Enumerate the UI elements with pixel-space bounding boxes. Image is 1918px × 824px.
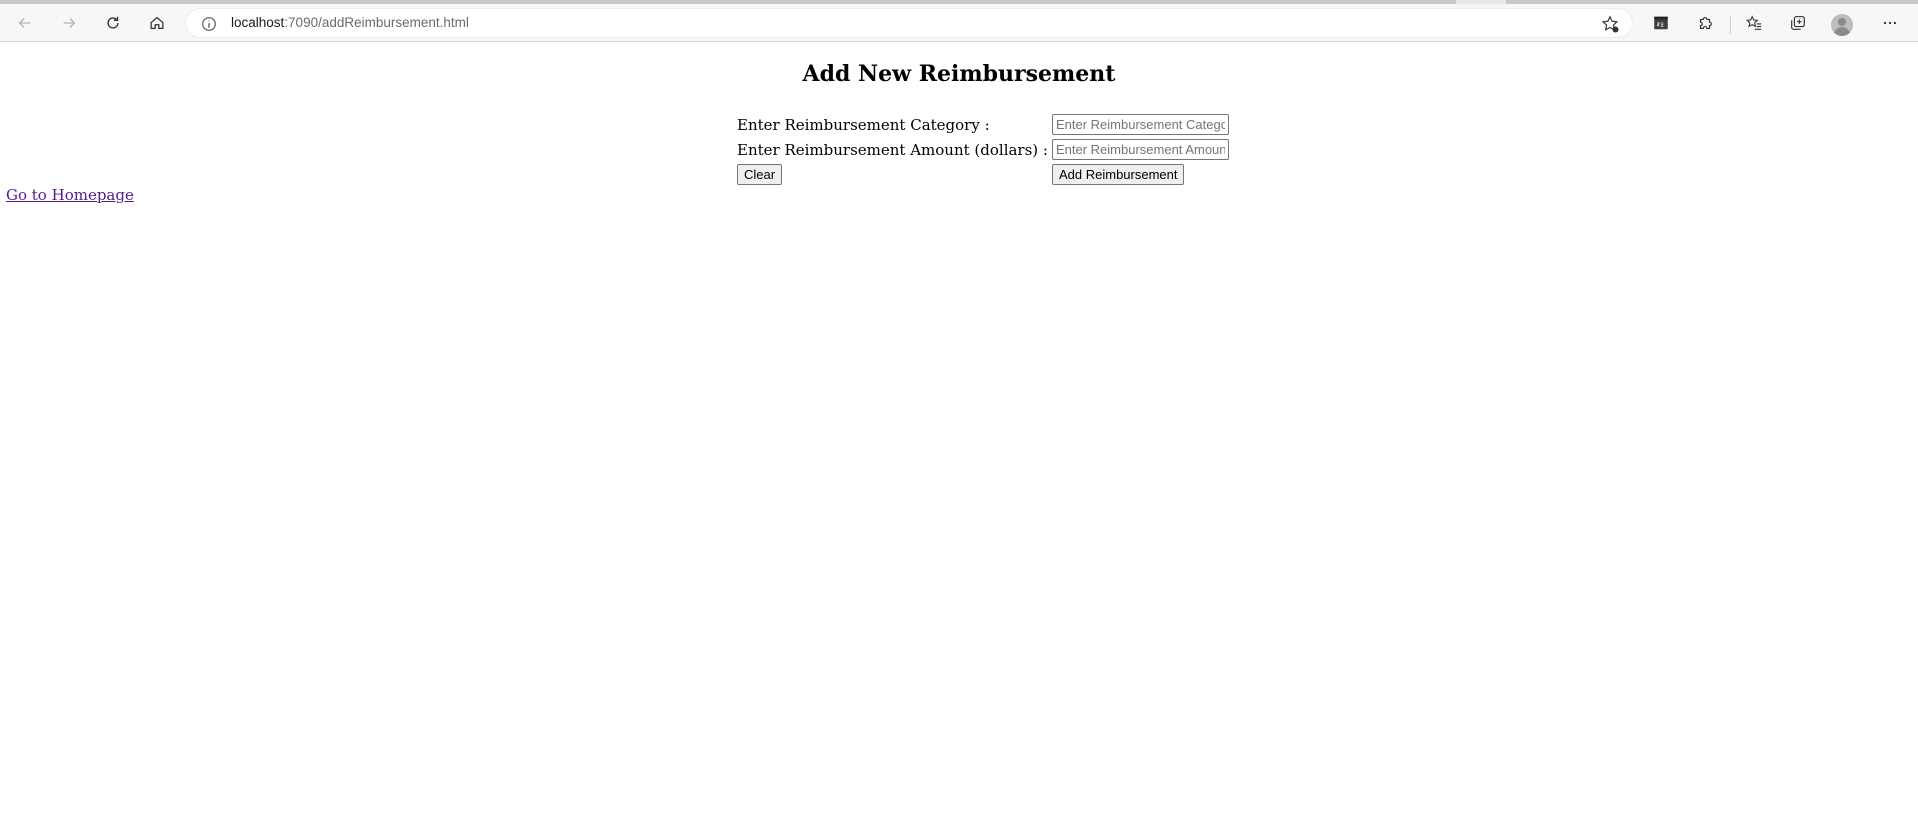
- url-path: :7090/addReimbursement.html: [284, 15, 469, 30]
- amount-label: Enter Reimbursement Amount (dollars) :: [737, 140, 1048, 159]
- url-text: localhost:7090/addReimbursement.html: [231, 15, 469, 30]
- selenium-extension-button[interactable]: [1648, 10, 1674, 36]
- browser-toolbar: localhost:7090/addReimbursement.html: [0, 4, 1918, 42]
- category-row: Enter Reimbursement Category :: [736, 113, 1230, 136]
- reimbursement-form: Enter Reimbursement Category : Enter Rei…: [734, 111, 1232, 188]
- amount-input[interactable]: [1051, 139, 1229, 160]
- amount-cell: [1051, 138, 1230, 161]
- profile-avatar[interactable]: [1831, 14, 1853, 36]
- home-icon: [150, 16, 164, 30]
- reload-button[interactable]: [100, 10, 126, 36]
- clear-button[interactable]: Clear: [737, 164, 783, 185]
- info-icon[interactable]: [200, 15, 218, 33]
- reload-icon: [107, 16, 119, 29]
- more-icon: [1883, 21, 1897, 25]
- favorites-icon: [1745, 15, 1762, 30]
- page-title: Add New Reimbursement: [802, 61, 1116, 87]
- toolbar-separator: [1730, 16, 1731, 34]
- forward-button[interactable]: [56, 10, 82, 36]
- forward-arrow-icon: [63, 18, 76, 28]
- page-content: Add New Reimbursement Enter Reimbursemen…: [0, 43, 1918, 824]
- add-favorite-icon[interactable]: [1600, 14, 1620, 34]
- selenium-icon: [1654, 16, 1668, 30]
- buttons-row: Clear Add Reimbursement: [736, 163, 1230, 186]
- settings-menu-button[interactable]: [1877, 10, 1903, 36]
- extensions-button[interactable]: [1692, 10, 1718, 36]
- amount-row: Enter Reimbursement Amount (dollars) :: [736, 138, 1230, 161]
- add-reimbursement-button[interactable]: Add Reimbursement: [1051, 164, 1185, 185]
- home-button[interactable]: [144, 10, 170, 36]
- submit-cell: Add Reimbursement: [1051, 163, 1230, 186]
- avatar-head: [1838, 18, 1846, 26]
- category-label: Enter Reimbursement Category :: [737, 115, 990, 134]
- favorites-button[interactable]: [1741, 10, 1767, 36]
- category-input[interactable]: [1051, 114, 1229, 135]
- address-bar[interactable]: localhost:7090/addReimbursement.html: [185, 8, 1633, 38]
- category-cell: [1051, 113, 1230, 136]
- back-arrow-icon: [18, 18, 31, 28]
- collections-button[interactable]: [1785, 10, 1811, 36]
- back-button[interactable]: [12, 10, 38, 36]
- puzzle-icon: [1699, 17, 1712, 29]
- homepage-link[interactable]: Go to Homepage: [6, 186, 134, 204]
- collections-icon: [1791, 16, 1805, 30]
- clear-cell: Clear: [736, 163, 1049, 186]
- url-host: localhost: [231, 15, 285, 30]
- avatar-body: [1834, 27, 1850, 36]
